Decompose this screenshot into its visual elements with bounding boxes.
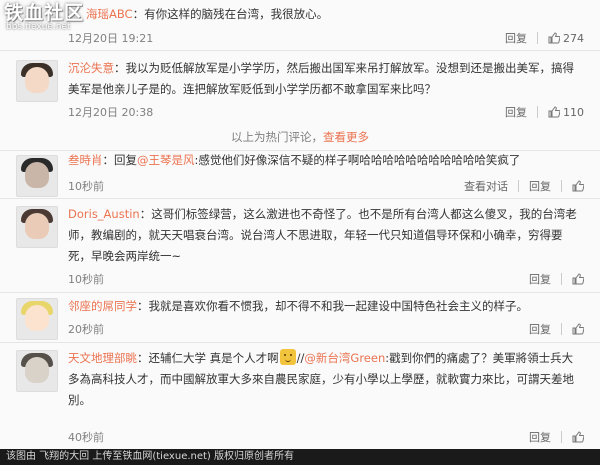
comment-divider	[0, 50, 600, 51]
comment-username[interactable]: 邻座的屌同学	[68, 299, 137, 313]
comment-list: 铁血社区 bbs.tiexue.net 海瑶ABC：有你这样的脑残在台湾，我很放…	[0, 0, 600, 449]
hot-comments-label: 以上为热门评论，	[231, 130, 323, 144]
image-credit-footer: 该图由 飞翔的大回 上传至铁血网(tiexue.net) 版权归原创者所有	[0, 449, 600, 465]
comment-time: 12月20日 19:21	[68, 32, 154, 45]
divider	[561, 323, 562, 335]
comment-username[interactable]: 叁時肖	[68, 153, 103, 167]
comment-body: ：我以为贬低解放军是小学学历，然后搬出国军来吊打解放军。没想到还是搬出美军，搞得…	[68, 61, 574, 96]
comment-username[interactable]: 沉沦失意	[68, 61, 114, 75]
divider	[561, 431, 562, 443]
like-count: 110	[563, 105, 584, 119]
view-thread-button[interactable]: 查看对话	[464, 178, 508, 194]
reply-button[interactable]: 回复	[505, 30, 527, 46]
comment-body: ：这哥们标签绿营，这么激进也不奇怪了。也不是所有台湾人都这么傻叉，我的台湾老师，…	[68, 207, 577, 263]
comment-time: 10秒前	[68, 273, 104, 286]
thumbs-up-icon	[548, 106, 560, 118]
thumbs-up-icon[interactable]	[572, 273, 584, 285]
site-url-watermark: bbs.tiexue.net	[6, 22, 71, 32]
reply-button[interactable]: 回复	[529, 178, 551, 194]
comment-actions: 回复	[529, 271, 584, 287]
divider	[561, 273, 562, 285]
comment-divider	[0, 342, 600, 343]
divider	[537, 106, 538, 118]
comment-username[interactable]: Doris_Austin	[68, 207, 140, 221]
comment-actions: 回复	[529, 429, 584, 445]
mention-link[interactable]: @王琴是风	[137, 153, 195, 167]
comment-reply-prefix: ：回复	[102, 153, 138, 167]
thumbs-up-icon	[548, 32, 560, 44]
comment-actions: 回复	[529, 321, 584, 337]
like-button[interactable]: 274	[548, 32, 584, 45]
comment-body: ：还辅仁大学 真是个人才啊	[137, 351, 279, 365]
comment-text: Doris_Austin：这哥们标签绿营，这么激进也不奇怪了。也不是所有台湾人都…	[68, 204, 584, 267]
comment-text: 沉沦失意：我以为贬低解放军是小学学历，然后搬出国军来吊打解放军。没想到还是搬出美…	[68, 58, 584, 100]
comment-text: 海瑶ABC：有你这样的脑残在台湾，我很放心。	[86, 4, 506, 25]
comment-body: ：有你这样的脑残在台湾，我很放心。	[132, 7, 329, 21]
mention-link[interactable]: @新台湾Green	[304, 351, 385, 365]
comment-text: 天文地理部眺：还辅仁大学 真是个人才啊//@新台湾Green:戳到你們的痛處了？…	[68, 348, 584, 411]
view-more-link[interactable]: 查看更多	[323, 130, 369, 144]
reply-button[interactable]: 回复	[529, 321, 551, 337]
reply-button[interactable]: 回复	[529, 429, 551, 445]
reply-button[interactable]: 回复	[529, 271, 551, 287]
thumbs-up-icon[interactable]	[572, 323, 584, 335]
avatar[interactable]	[16, 350, 58, 392]
comment-time: 12月20日 20:38	[68, 106, 154, 119]
comment-time: 40秒前	[68, 431, 104, 444]
cat-emoji-icon	[279, 349, 296, 365]
comment-actions: 回复 274	[505, 30, 584, 46]
comment-body: ：我就是喜欢你看不惯我，却不得不和我一起建设中国特色社会主义的样子。	[137, 299, 528, 313]
comment-time: 10秒前	[68, 180, 104, 193]
comment-body: :感觉他们好像深信不疑的样子啊哈哈哈哈哈哈哈哈哈哈哈笑疯了	[194, 153, 521, 167]
like-button[interactable]: 110	[548, 106, 584, 119]
comment-divider	[0, 198, 600, 199]
comment-text: 叁時肖：回复@王琴是风:感觉他们好像深信不疑的样子啊哈哈哈哈哈哈哈哈哈哈哈笑疯了	[68, 150, 584, 171]
thumbs-up-icon[interactable]	[572, 180, 584, 192]
thumbs-up-icon[interactable]	[572, 431, 584, 443]
comment-actions: 查看对话 回复	[464, 178, 584, 194]
divider	[518, 180, 519, 192]
comment-time: 20秒前	[68, 323, 104, 336]
comment-divider	[0, 292, 600, 293]
comment-text: 邻座的屌同学：我就是喜欢你看不惯我，却不得不和我一起建设中国特色社会主义的样子。	[68, 296, 584, 317]
avatar[interactable]	[16, 155, 58, 197]
avatar[interactable]	[16, 298, 58, 340]
hot-comments-separator: 以上为热门评论，查看更多	[0, 125, 600, 149]
avatar[interactable]	[16, 60, 58, 102]
comment-username[interactable]: 天文地理部眺	[68, 351, 137, 365]
comment-username[interactable]: 海瑶ABC	[86, 7, 133, 21]
avatar[interactable]	[16, 206, 58, 248]
comment-actions: 回复 110	[505, 104, 584, 120]
divider	[561, 180, 562, 192]
like-count: 274	[563, 31, 584, 45]
divider	[537, 32, 538, 44]
reply-button[interactable]: 回复	[505, 104, 527, 120]
